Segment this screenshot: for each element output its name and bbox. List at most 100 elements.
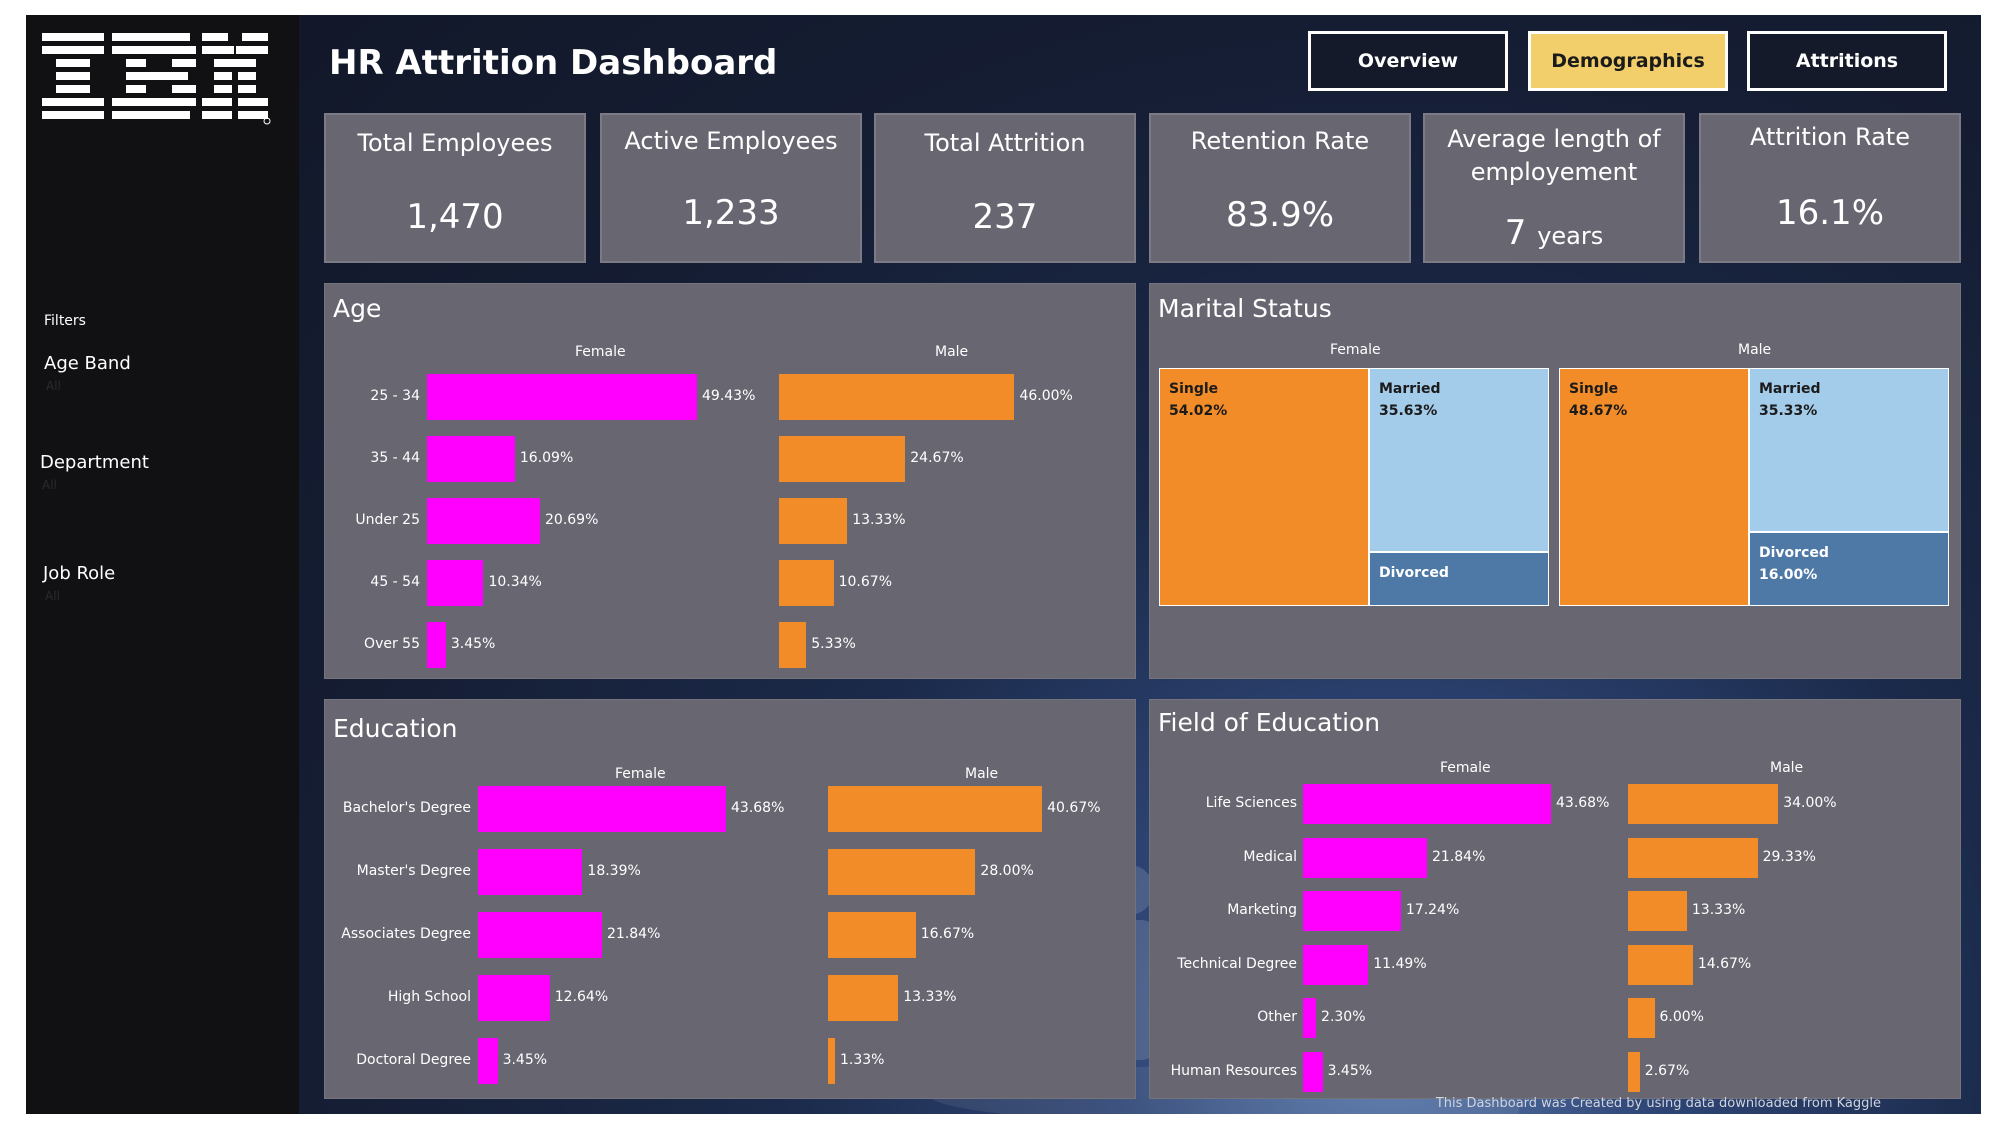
category-label: Master's Degree bbox=[356, 863, 471, 879]
category-label: Life Sciences bbox=[1205, 795, 1297, 811]
female-bar bbox=[1303, 891, 1401, 931]
male-bar bbox=[779, 560, 834, 606]
male-bar bbox=[779, 622, 807, 668]
male-data-label: 6.00% bbox=[1659, 1009, 1704, 1025]
job-role-filter-value[interactable]: All bbox=[45, 589, 60, 603]
divorced-value: 16.00% bbox=[1759, 567, 1818, 583]
female-data-label: 11.49% bbox=[1373, 955, 1427, 972]
female-data-label: 2.30% bbox=[1321, 1009, 1366, 1025]
female-data-label: 3.45% bbox=[502, 1052, 548, 1068]
department-filter-label[interactable]: Department bbox=[40, 452, 149, 473]
divorced-name: Divorced bbox=[1759, 545, 1829, 561]
category-label: 45 - 54 bbox=[370, 574, 420, 590]
female-bar bbox=[478, 975, 550, 1021]
male-data-label: 46.00% bbox=[1019, 388, 1073, 404]
male-data-label: 13.33% bbox=[1691, 902, 1746, 918]
category-label: Doctoral Degree bbox=[356, 1052, 471, 1068]
category-label: Bachelor's Degree bbox=[342, 800, 471, 816]
kpi-label-line1: Average length of bbox=[1447, 125, 1661, 153]
male-header: Male bbox=[935, 344, 969, 360]
age-panel: Age Female Male 25 - 34 49.43% 46.00% 35 - … bbox=[324, 283, 1136, 679]
marital-status-panel: Marital Status Female Male Single 54.02% M… bbox=[1149, 283, 1961, 679]
kpi-value: 1,233 bbox=[682, 193, 780, 233]
department-filter-value[interactable]: All bbox=[42, 478, 57, 492]
female-data-label: 3.45% bbox=[450, 636, 496, 652]
female-bar bbox=[478, 912, 602, 958]
male-data-label: 1.33% bbox=[840, 1052, 885, 1068]
field-panel-title: Field of Education bbox=[1158, 708, 1381, 737]
single-block: Single 54.02% bbox=[1159, 368, 1369, 606]
male-header: Male bbox=[965, 766, 999, 782]
kpi-label: Total Attrition bbox=[924, 129, 1086, 157]
filters-heading: Filters bbox=[44, 313, 86, 329]
male-data-label: 34.00% bbox=[1783, 795, 1837, 811]
female-header: Female bbox=[1330, 342, 1381, 358]
male-bar bbox=[1628, 998, 1655, 1038]
male-data-label: 40.67% bbox=[1047, 800, 1101, 816]
male-data-label: 24.67% bbox=[910, 450, 964, 466]
kpi-value: 237 bbox=[972, 197, 1038, 237]
category-label: Human Resources bbox=[1170, 1062, 1297, 1079]
female-bar bbox=[1303, 944, 1369, 985]
female-bar bbox=[478, 849, 583, 895]
male-bar bbox=[779, 374, 1015, 420]
divorced-block: Divorced 16.00% bbox=[1749, 532, 1949, 606]
single-name: Single bbox=[1569, 381, 1619, 397]
sidebar: Filters Age Band All Department All Job … bbox=[26, 15, 299, 1114]
male-bar bbox=[828, 975, 899, 1021]
male-data-label: 28.00% bbox=[980, 863, 1034, 879]
female-bar bbox=[427, 498, 540, 544]
job-role-filter-label[interactable]: Job Role bbox=[43, 563, 115, 584]
male-bar bbox=[1628, 891, 1687, 931]
female-data-label: 3.45% bbox=[1327, 1062, 1373, 1079]
male-header: Male bbox=[1738, 342, 1772, 358]
kpi-label-line2: employement bbox=[1470, 158, 1638, 186]
main-area: HR Attrition Dashboard Overview Demograp… bbox=[299, 15, 1981, 1114]
male-bar bbox=[779, 436, 906, 482]
female-data-label: 49.43% bbox=[702, 388, 756, 404]
kpi-active-employees: Active Employees 1,233 bbox=[600, 113, 862, 263]
kpi-attrition-rate: Attrition Rate 16.1% bbox=[1699, 113, 1961, 263]
female-header: Female bbox=[615, 766, 666, 782]
married-block: Married 35.63% bbox=[1369, 368, 1549, 552]
overview-tab-button[interactable]: Overview bbox=[1308, 31, 1508, 91]
footer-credit: This Dashboard was Created by using data… bbox=[1435, 1096, 1881, 1111]
male-data-label: 29.33% bbox=[1762, 848, 1816, 865]
married-name: Married bbox=[1379, 381, 1441, 397]
kpi-label: Active Employees bbox=[624, 127, 838, 155]
single-name: Single bbox=[1169, 381, 1219, 397]
married-name: Married bbox=[1759, 381, 1821, 397]
education-panel-title: Education bbox=[333, 714, 458, 743]
female-bar bbox=[1303, 784, 1551, 824]
education-panel: Education Female Male Bachelor's Degree 4… bbox=[324, 699, 1136, 1099]
kpi-value-group: 7 years bbox=[1425, 213, 1683, 253]
category-label: Marketing bbox=[1227, 902, 1297, 918]
attritions-tab-button[interactable]: Attritions bbox=[1747, 31, 1947, 91]
female-bar bbox=[478, 1038, 498, 1084]
age-panel-title: Age bbox=[333, 294, 382, 323]
female-bar bbox=[427, 374, 697, 420]
age-band-filter-value[interactable]: All bbox=[46, 379, 61, 393]
male-bar bbox=[828, 849, 976, 895]
category-label: Medical bbox=[1243, 848, 1297, 865]
divorced-name: Divorced bbox=[1379, 565, 1449, 581]
female-data-label: 21.84% bbox=[607, 926, 661, 942]
category-label: 25 - 34 bbox=[370, 388, 420, 404]
demographics-tab-button[interactable]: Demographics bbox=[1528, 31, 1728, 91]
kpi-total-employees: Total Employees 1,470 bbox=[324, 113, 586, 263]
divorced-block: Divorced bbox=[1369, 552, 1549, 606]
male-bar bbox=[1628, 784, 1779, 824]
male-data-label: 14.67% bbox=[1697, 955, 1752, 972]
female-data-label: 20.69% bbox=[545, 512, 599, 528]
married-block: Married 35.33% bbox=[1749, 368, 1949, 532]
kpi-average-length: Average length of employement 7 years bbox=[1423, 113, 1685, 263]
male-data-label: 5.33% bbox=[811, 636, 856, 652]
age-band-filter-label[interactable]: Age Band bbox=[44, 353, 131, 374]
married-value: 35.63% bbox=[1379, 403, 1438, 419]
female-data-label: 10.34% bbox=[488, 574, 542, 590]
female-header: Female bbox=[1440, 760, 1491, 776]
male-data-label: 2.67% bbox=[1644, 1062, 1690, 1079]
kpi-unit: years bbox=[1537, 222, 1604, 250]
kpi-value: 16.1% bbox=[1775, 193, 1884, 233]
dashboard-frame: Filters Age Band All Department All Job … bbox=[26, 15, 1981, 1114]
